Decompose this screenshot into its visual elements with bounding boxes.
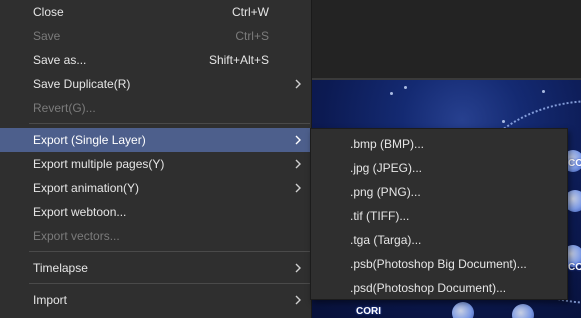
menu-separator	[29, 283, 310, 284]
menu-item-shortcut: Shift+Alt+S	[208, 53, 269, 67]
menu-item-export-webtoon[interactable]: Export webtoon...	[0, 200, 311, 224]
menu-item-label: Import	[33, 293, 68, 307]
menu-item-label: Export webtoon...	[33, 205, 127, 219]
menu-item-label: Close	[33, 5, 64, 19]
canvas-sparkle	[502, 120, 505, 123]
menu-item-timelapse[interactable]: Timelapse	[0, 256, 311, 280]
canvas-sparkle	[390, 92, 393, 95]
canvas-text: CORI	[356, 306, 381, 317]
menu-item-save-duplicate[interactable]: Save Duplicate(R)	[0, 72, 311, 96]
submenu-item-tga[interactable]: .tga (Targa)...	[311, 228, 567, 252]
canvas-text: CORI	[568, 262, 581, 273]
menu-item-label: Timelapse	[33, 261, 88, 275]
submenu-item-label: .jpg (JPEG)...	[350, 161, 423, 175]
menu-separator	[29, 123, 310, 124]
export-single-layer-submenu: .bmp (BMP)... .jpg (JPEG)... .png (PNG).…	[310, 128, 568, 300]
menu-item-label: Export multiple pages(Y)	[33, 157, 165, 171]
canvas-sparkle	[542, 90, 545, 93]
file-menu: Close Ctrl+W Save Ctrl+S Save as... Shif…	[0, 0, 312, 318]
submenu-item-label: .tga (Targa)...	[350, 233, 422, 247]
menu-item-label: Export vectors...	[33, 229, 120, 243]
menu-item-export-multiple-pages[interactable]: Export multiple pages(Y)	[0, 152, 311, 176]
submenu-item-bmp[interactable]: .bmp (BMP)...	[311, 132, 567, 156]
submenu-item-jpg[interactable]: .jpg (JPEG)...	[311, 156, 567, 180]
menu-item-label: Export (Single Layer)	[33, 133, 146, 147]
menu-item-save: Save Ctrl+S	[0, 24, 311, 48]
canvas-sticker	[452, 302, 474, 318]
canvas-sticker	[512, 304, 534, 318]
menu-item-label: Save Duplicate(R)	[33, 77, 131, 91]
chevron-right-icon	[294, 295, 302, 305]
chevron-right-icon	[294, 135, 302, 145]
chevron-right-icon	[294, 159, 302, 169]
submenu-item-psd[interactable]: .psd(Photoshop Document)...	[311, 276, 567, 300]
canvas-text: CORI	[568, 158, 581, 169]
menu-item-import[interactable]: Import	[0, 288, 311, 312]
menu-item-close[interactable]: Close Ctrl+W	[0, 0, 311, 24]
menu-item-label: Export animation(Y)	[33, 181, 140, 195]
menu-item-export-animation[interactable]: Export animation(Y)	[0, 176, 311, 200]
submenu-item-label: .png (PNG)...	[350, 185, 421, 199]
menu-item-save-as[interactable]: Save as... Shift+Alt+S	[0, 48, 311, 72]
canvas-sparkle	[404, 86, 407, 89]
menu-item-shortcut: Ctrl+W	[232, 5, 269, 19]
submenu-item-psb[interactable]: .psb(Photoshop Big Document)...	[311, 252, 567, 276]
menu-item-revert: Revert(G)...	[0, 96, 311, 120]
menu-item-label: Revert(G)...	[33, 101, 96, 115]
menu-item-label: Save	[33, 29, 61, 43]
menu-item-shortcut: Ctrl+S	[235, 29, 269, 43]
chevron-right-icon	[294, 183, 302, 193]
submenu-item-label: .tif (TIFF)...	[350, 209, 410, 223]
submenu-item-label: .psd(Photoshop Document)...	[350, 281, 507, 295]
menu-item-label: Save as...	[33, 53, 87, 67]
chevron-right-icon	[294, 263, 302, 273]
menu-separator	[29, 251, 310, 252]
submenu-item-label: .psb(Photoshop Big Document)...	[350, 257, 527, 271]
submenu-item-png[interactable]: .png (PNG)...	[311, 180, 567, 204]
toolbar-area	[312, 0, 581, 80]
menu-item-export-vectors: Export vectors...	[0, 224, 311, 248]
submenu-item-label: .bmp (BMP)...	[350, 137, 425, 151]
menu-item-export-single-layer[interactable]: Export (Single Layer)	[0, 128, 311, 152]
chevron-right-icon	[294, 79, 302, 89]
submenu-item-tif[interactable]: .tif (TIFF)...	[311, 204, 567, 228]
